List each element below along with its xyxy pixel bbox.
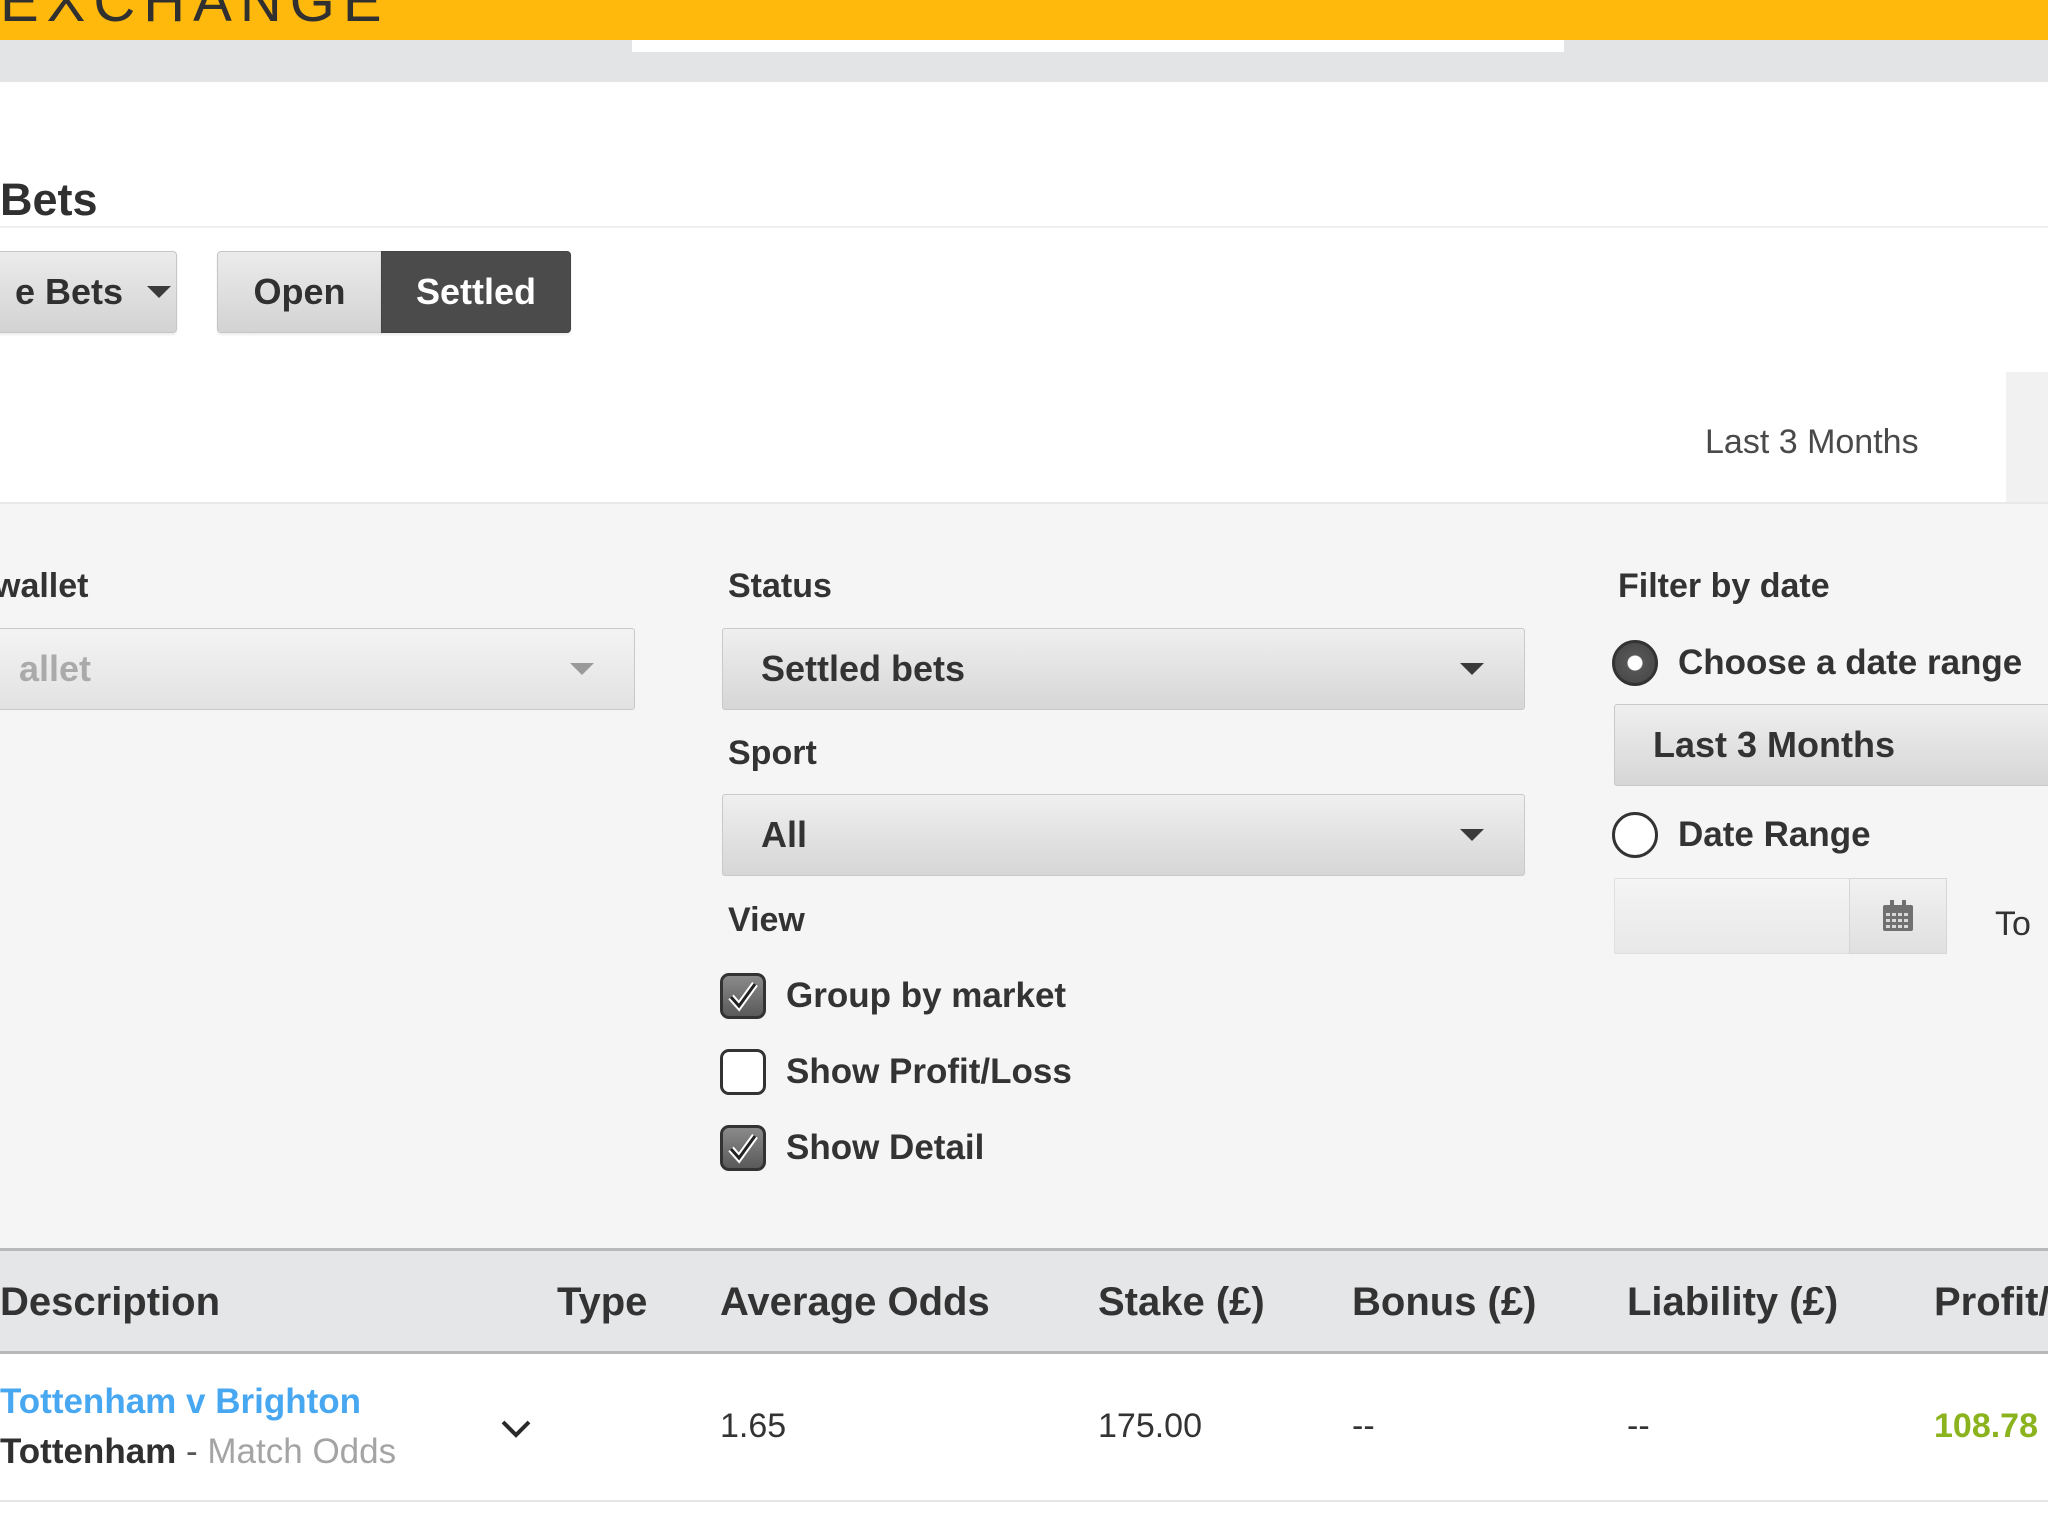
filter-by-date-label: Filter by date [1618, 567, 1830, 605]
caret-down-icon [147, 286, 172, 298]
column-header-liability[interactable]: Liability (£) [1627, 1278, 1838, 1326]
show-profit-loss-label: Show Profit/Loss [786, 1052, 1072, 1091]
divider [0, 226, 2048, 228]
status-select[interactable]: Settled bets [722, 628, 1525, 710]
market-name: Match Odds [207, 1432, 397, 1471]
selection-separator: - [176, 1432, 208, 1471]
wallet-label: wallet [0, 567, 89, 605]
date-range-tab[interactable]: Last 3 Months [1705, 420, 1919, 464]
tab-edge [2006, 372, 2048, 502]
expand-row-button[interactable] [495, 1408, 537, 1450]
view-label: View [728, 901, 805, 939]
from-date-input[interactable] [1614, 878, 1850, 954]
show-detail-option[interactable]: Show Detail [720, 1124, 984, 1172]
caret-down-icon [1460, 829, 1484, 841]
selection-line: Tottenham - Match Odds [0, 1430, 396, 1474]
custom-date-range-label: Date Range [1678, 815, 1871, 854]
to-date-label: To [1995, 905, 2031, 943]
stake-cell: 175.00 [1098, 1407, 1202, 1445]
column-header-bonus[interactable]: Bonus (£) [1352, 1278, 1536, 1326]
sport-select[interactable]: All [722, 794, 1525, 876]
column-header-average-odds[interactable]: Average Odds [720, 1278, 990, 1326]
calendar-icon [1883, 900, 1913, 931]
choose-date-range-option[interactable]: Choose a date range [1612, 640, 2022, 686]
choose-date-range-radio[interactable] [1612, 640, 1658, 686]
date-range-select-value: Last 3 Months [1653, 724, 1896, 765]
show-detail-label: Show Detail [786, 1128, 985, 1167]
settled-bets-button[interactable]: Settled [381, 251, 571, 333]
event-link[interactable]: Tottenham v Brighton [0, 1380, 361, 1424]
row-divider [0, 1500, 2048, 1502]
show-profit-loss-checkbox[interactable] [720, 1049, 766, 1095]
average-odds-cell: 1.65 [720, 1407, 787, 1445]
group-by-market-label: Group by market [786, 976, 1067, 1015]
column-header-type[interactable]: Type [557, 1278, 647, 1326]
bonus-cell: -- [1352, 1407, 1375, 1445]
page-title: Bets [0, 174, 98, 225]
selection-name: Tottenham [0, 1432, 177, 1471]
bet-type-dropdown[interactable]: e Bets [0, 251, 177, 333]
liability-cell: -- [1627, 1407, 1650, 1445]
sport-label: Sport [728, 734, 817, 772]
bet-type-label: e Bets [15, 271, 124, 312]
show-detail-checkbox[interactable] [720, 1125, 766, 1171]
custom-date-range-radio[interactable] [1612, 812, 1658, 858]
calendar-button[interactable] [1849, 878, 1947, 954]
profit-cell: 108.78 [1934, 1407, 2038, 1445]
wallet-select[interactable]: allet [0, 628, 635, 710]
sport-select-value: All [761, 814, 808, 855]
checkmark-icon [728, 1133, 758, 1164]
caret-down-icon [570, 663, 594, 675]
status-select-value: Settled bets [761, 648, 966, 689]
open-bets-button[interactable]: Open [217, 251, 382, 333]
status-label: Status [728, 567, 832, 605]
caret-down-icon [1460, 663, 1484, 675]
group-by-market-option[interactable]: Group by market [720, 972, 1066, 1020]
column-header-profit[interactable]: Profit/ [1934, 1278, 2048, 1326]
group-by-market-checkbox[interactable] [720, 973, 766, 1019]
custom-date-range-option[interactable]: Date Range [1612, 812, 1871, 858]
choose-date-range-label: Choose a date range [1678, 643, 2023, 682]
column-header-stake[interactable]: Stake (£) [1098, 1278, 1265, 1326]
brand-logo[interactable]: EXCHANGE [0, 0, 390, 32]
column-header-description[interactable]: Description [0, 1278, 220, 1326]
chevron-down-icon [501, 1420, 531, 1438]
nav-active-indicator [632, 40, 1564, 52]
date-range-select[interactable]: Last 3 Months [1614, 704, 2048, 786]
top-bar: EXCHANGE [0, 0, 2048, 40]
wallet-select-value: allet [19, 648, 92, 689]
checkmark-icon [728, 981, 758, 1012]
show-profit-loss-option[interactable]: Show Profit/Loss [720, 1048, 1072, 1096]
